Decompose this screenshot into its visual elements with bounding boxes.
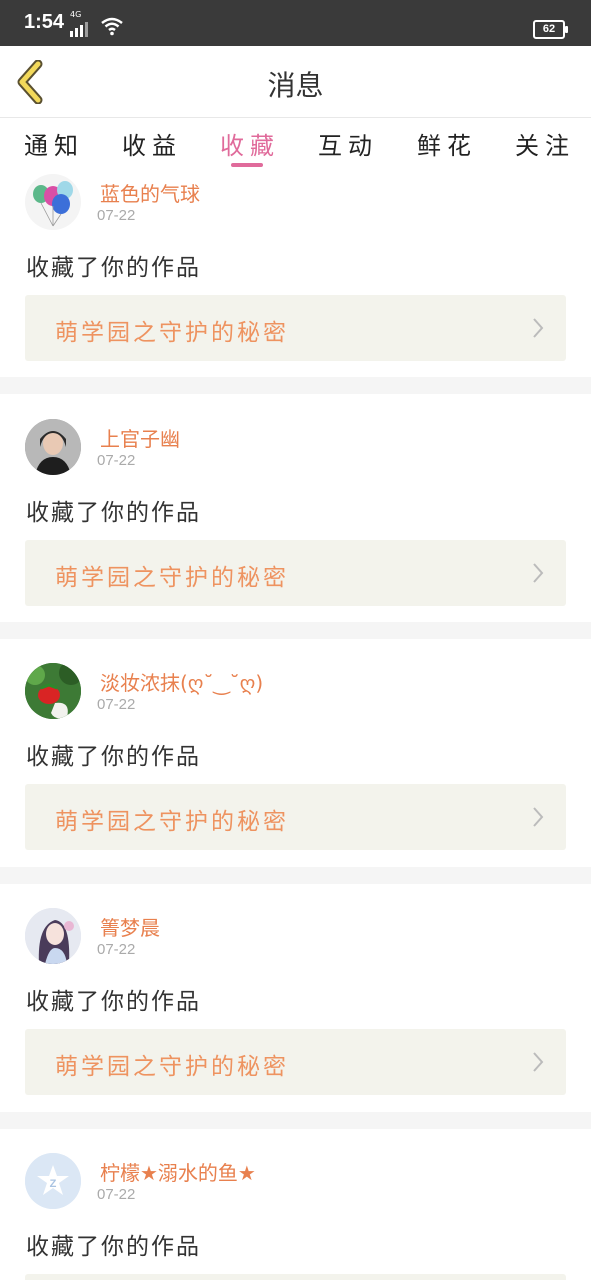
avatar[interactable] xyxy=(25,663,81,719)
action-text: 收藏了你的作品 xyxy=(26,1234,201,1260)
wifi-icon xyxy=(101,17,123,36)
chevron-right-icon xyxy=(533,807,544,827)
default-user-avatar-icon: Z xyxy=(25,1153,81,1209)
message-list: 蓝色的气球 07-22 收藏了你的作品 萌学园之守护的秘密 上官子幽 07-22… xyxy=(0,170,591,1280)
tab-flowers[interactable]: 鲜花 xyxy=(417,126,477,161)
action-text: 收藏了你的作品 xyxy=(26,500,201,526)
active-tab-indicator xyxy=(231,163,263,167)
work-title: 萌学园之守护的秘密 xyxy=(55,809,289,835)
work-link[interactable]: 萌学园之守护的秘密 xyxy=(25,1029,566,1095)
work-link[interactable] xyxy=(25,1274,566,1280)
chevron-right-icon xyxy=(533,318,544,338)
battery-level: 62 xyxy=(542,23,556,35)
page-title: 消息 xyxy=(267,69,324,102)
top-header: 消息 xyxy=(0,46,591,118)
username[interactable]: 柠檬★溺水的鱼★ xyxy=(100,1157,256,1186)
user-photo-avatar-icon xyxy=(25,419,81,475)
avatar[interactable]: Z xyxy=(25,1153,81,1209)
work-link[interactable]: 萌学园之守护的秘密 xyxy=(25,784,566,850)
timestamp: 07-22 xyxy=(97,1186,136,1203)
avatar[interactable] xyxy=(25,419,81,475)
work-title: 萌学园之守护的秘密 xyxy=(55,1054,289,1080)
timestamp: 07-22 xyxy=(97,452,136,469)
status-bar: 1:54 4G 62 xyxy=(0,0,591,46)
username[interactable]: 蓝色的气球 xyxy=(100,178,200,207)
anime-girl-avatar-icon xyxy=(25,908,81,964)
work-title: 萌学园之守护的秘密 xyxy=(55,320,289,346)
balloons-avatar-icon xyxy=(33,181,73,227)
tab-bar: 通知 收益 收藏 互动 鲜花 关注 xyxy=(0,118,591,170)
tab-interactions[interactable]: 互动 xyxy=(318,126,378,161)
chevron-right-icon xyxy=(533,563,544,583)
timestamp: 07-22 xyxy=(97,941,136,958)
action-text: 收藏了你的作品 xyxy=(26,255,201,281)
list-item: 上官子幽 07-22 收藏了你的作品 萌学园之守护的秘密 xyxy=(0,394,591,622)
action-text: 收藏了你的作品 xyxy=(26,989,201,1015)
username[interactable]: 淡妆浓抹(ღ˘‿˘ღ) xyxy=(100,667,263,696)
list-item: 箐梦晨 07-22 收藏了你的作品 萌学园之守护的秘密 xyxy=(0,884,591,1112)
divider xyxy=(0,867,591,884)
divider xyxy=(0,1112,591,1129)
svg-text:Z: Z xyxy=(50,1178,57,1190)
avatar[interactable] xyxy=(25,908,81,964)
divider xyxy=(0,377,591,394)
cellular-signal-icon: 4G xyxy=(70,10,88,37)
list-item: 淡妆浓抹(ღ˘‿˘ღ) 07-22 收藏了你的作品 萌学园之守护的秘密 xyxy=(0,639,591,867)
status-time: 1:54 xyxy=(24,11,65,33)
tab-earnings[interactable]: 收益 xyxy=(122,126,182,161)
tab-favorites[interactable]: 收藏 xyxy=(220,126,280,161)
divider xyxy=(0,622,591,639)
username[interactable]: 箐梦晨 xyxy=(100,912,160,941)
list-item: Z 柠檬★溺水的鱼★ 07-22 收藏了你的作品 xyxy=(0,1129,591,1280)
work-title: 萌学园之守护的秘密 xyxy=(55,565,289,591)
avatar[interactable] xyxy=(25,174,81,230)
tab-following[interactable]: 关注 xyxy=(515,126,575,161)
chevron-right-icon xyxy=(533,1052,544,1072)
list-item: 蓝色的气球 07-22 收藏了你的作品 萌学园之守护的秘密 xyxy=(0,170,591,377)
action-text: 收藏了你的作品 xyxy=(26,744,201,770)
timestamp: 07-22 xyxy=(97,696,136,713)
timestamp: 07-22 xyxy=(97,207,136,224)
strawberry-avatar-icon xyxy=(25,663,81,719)
network-type-label: 4G xyxy=(70,10,82,19)
username[interactable]: 上官子幽 xyxy=(100,423,180,452)
work-link[interactable]: 萌学园之守护的秘密 xyxy=(25,540,566,606)
work-link[interactable]: 萌学园之守护的秘密 xyxy=(25,295,566,361)
tab-notifications[interactable]: 通知 xyxy=(24,126,84,161)
battery-icon: 62 xyxy=(533,20,568,39)
